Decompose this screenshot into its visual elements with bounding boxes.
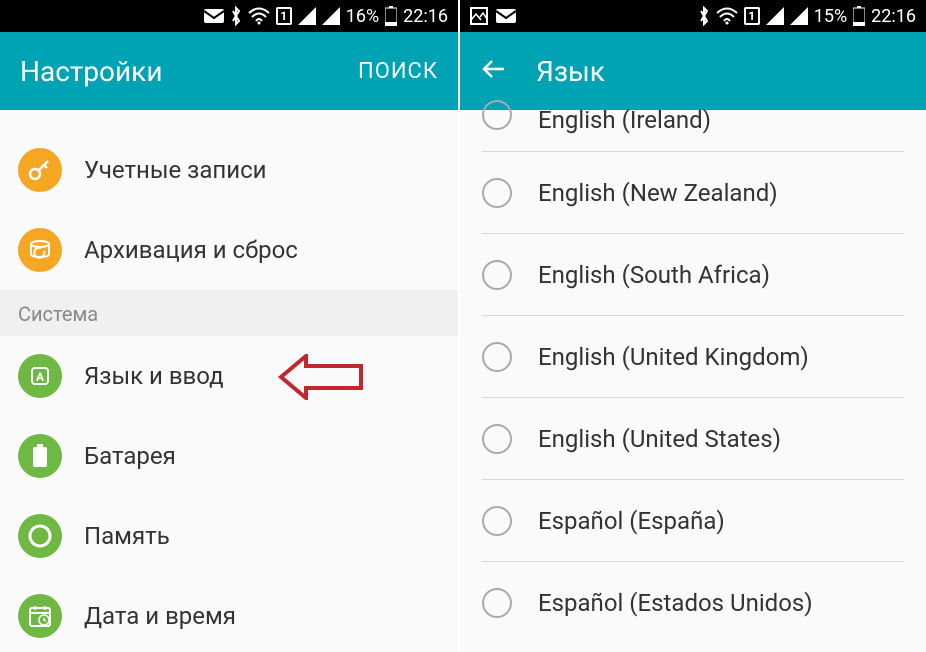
datetime-icon bbox=[18, 594, 62, 638]
page-title: Язык bbox=[536, 55, 906, 88]
battery-percent: 16% bbox=[346, 6, 379, 27]
radio-icon bbox=[482, 342, 512, 372]
settings-list: Учетные записи Архивация и сброс Система… bbox=[0, 110, 458, 652]
settings-label: Учетные записи bbox=[84, 156, 267, 184]
radio-icon bbox=[482, 100, 512, 130]
language-label: English (United States) bbox=[538, 425, 781, 453]
settings-item-datetime[interactable]: Дата и время bbox=[0, 576, 458, 652]
signal-icon-1 bbox=[766, 7, 784, 25]
language-option[interactable]: Español (España) bbox=[482, 480, 904, 562]
battery-settings-icon bbox=[18, 434, 62, 478]
settings-label: Память bbox=[84, 522, 170, 550]
svg-text:A: A bbox=[36, 370, 45, 384]
sim-icon: 1 bbox=[276, 7, 292, 25]
language-option[interactable]: Español (Estados Unidos) bbox=[482, 562, 904, 644]
battery-icon bbox=[385, 6, 397, 26]
language-option[interactable]: English (United States) bbox=[482, 398, 904, 480]
radio-icon bbox=[482, 506, 512, 536]
app-bar: Настройки ПОИСК bbox=[0, 32, 458, 110]
battery-percent: 15% bbox=[814, 6, 847, 27]
language-option[interactable]: English (New Zealand) bbox=[482, 152, 904, 234]
page-title: Настройки bbox=[20, 55, 358, 88]
language-label: English (New Zealand) bbox=[538, 179, 778, 207]
language-label: Español (Estados Unidos) bbox=[538, 589, 813, 617]
settings-label: Архивация и сброс bbox=[84, 236, 298, 264]
search-button[interactable]: ПОИСК bbox=[358, 59, 438, 84]
section-header-system: Система bbox=[0, 290, 458, 336]
radio-icon bbox=[482, 424, 512, 454]
signal-icon-2 bbox=[790, 7, 808, 25]
settings-label: Батарея bbox=[84, 442, 176, 470]
radio-icon bbox=[482, 260, 512, 290]
gmail-icon bbox=[496, 7, 516, 25]
gmail-icon bbox=[204, 9, 224, 23]
status-time: 22:16 bbox=[871, 6, 916, 27]
status-time: 22:16 bbox=[403, 6, 448, 27]
status-bar: 1 16% 22:16 bbox=[0, 0, 458, 32]
settings-label: Дата и время bbox=[84, 602, 236, 630]
settings-item-accounts[interactable]: Учетные записи bbox=[0, 130, 458, 210]
bluetooth-icon bbox=[230, 6, 242, 26]
memory-icon bbox=[18, 514, 62, 558]
settings-item-memory[interactable]: Память bbox=[0, 496, 458, 576]
settings-item-language[interactable]: A Язык и ввод bbox=[0, 336, 458, 416]
settings-label: Язык и ввод bbox=[84, 362, 224, 390]
language-label: English (United Kingdom) bbox=[538, 343, 809, 371]
signal-icon-2 bbox=[322, 7, 340, 25]
radio-icon bbox=[482, 588, 512, 618]
language-option[interactable]: English (United Kingdom) bbox=[482, 316, 904, 398]
back-button[interactable] bbox=[480, 55, 508, 87]
language-screen: 1 15% 22:16 Язык English (Ireland) Engli… bbox=[460, 0, 926, 652]
radio-icon bbox=[482, 178, 512, 208]
wifi-icon bbox=[248, 7, 270, 25]
settings-item-battery[interactable]: Батарея bbox=[0, 416, 458, 496]
language-label: English (South Africa) bbox=[538, 261, 770, 289]
bluetooth-icon bbox=[698, 6, 710, 26]
battery-icon bbox=[853, 6, 865, 26]
app-bar: Язык bbox=[460, 32, 926, 110]
language-icon: A bbox=[18, 354, 62, 398]
screenshot-icon bbox=[470, 7, 488, 25]
language-option[interactable]: English (Ireland) bbox=[482, 110, 904, 152]
settings-screen: 1 16% 22:16 Настройки ПОИСК Учетные запи… bbox=[0, 0, 460, 652]
language-option[interactable]: English (South Africa) bbox=[482, 234, 904, 316]
language-list[interactable]: English (Ireland) English (New Zealand) … bbox=[460, 110, 926, 644]
backup-icon bbox=[18, 228, 62, 272]
key-icon bbox=[18, 148, 62, 192]
wifi-icon bbox=[716, 7, 738, 25]
language-label: English (Ireland) bbox=[538, 106, 711, 134]
signal-icon-1 bbox=[298, 7, 316, 25]
settings-item-backup[interactable]: Архивация и сброс bbox=[0, 210, 458, 290]
language-label: Español (España) bbox=[538, 507, 725, 535]
sim-icon: 1 bbox=[744, 7, 760, 25]
status-bar: 1 15% 22:16 bbox=[460, 0, 926, 32]
